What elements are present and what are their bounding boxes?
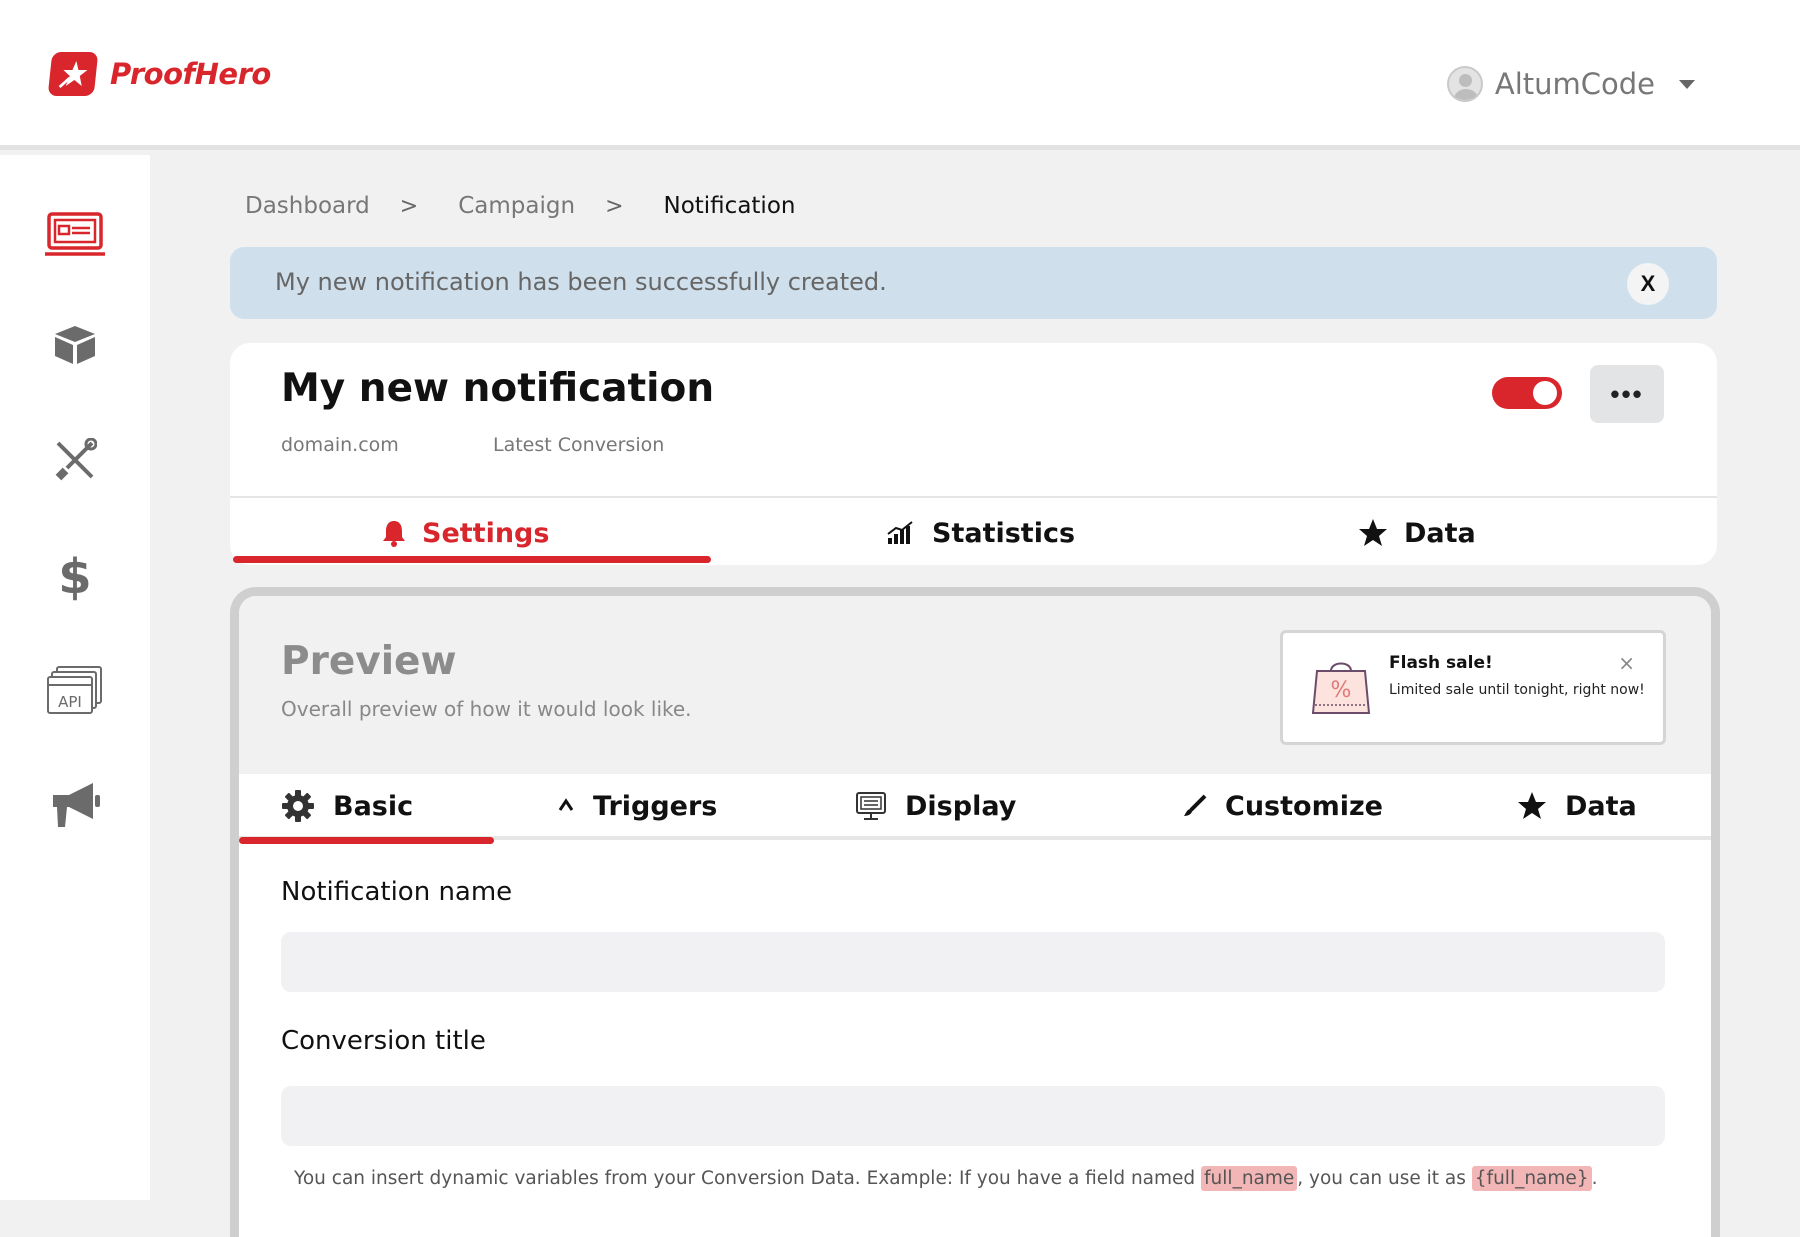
tab-statistics-label: Statistics — [932, 517, 1076, 549]
bell-icon — [383, 521, 405, 547]
user-name: AltumCode — [1494, 67, 1655, 101]
alert-close-button[interactable]: X — [1627, 263, 1669, 305]
settings-subtabs: Basic Triggers Display Customize Data — [239, 774, 1711, 840]
preview-title: Preview — [281, 639, 457, 684]
subtab-data-label: Data — [1565, 790, 1637, 822]
breadcrumb-separator: > — [605, 193, 624, 219]
breadcrumb-current: Notification — [663, 193, 796, 219]
subtab-customize-label: Customize — [1225, 790, 1383, 822]
tab-data-label: Data — [1404, 517, 1476, 549]
tab-settings-label: Settings — [422, 517, 550, 549]
avatar — [1446, 66, 1483, 102]
subtab-triggers[interactable]: Triggers — [557, 786, 717, 826]
tab-statistics[interactable]: Statistics — [886, 513, 1075, 553]
dynamic-variables-help: You can insert dynamic variables from yo… — [294, 1166, 1598, 1191]
package-icon — [55, 326, 95, 364]
gear-icon — [282, 790, 314, 822]
shopping-bag-percent-icon: % — [1311, 662, 1371, 714]
campaigns-icon — [45, 212, 105, 256]
preview-notification-text: Limited sale until tonight, right now! — [1389, 682, 1645, 698]
bar-chart-icon — [887, 521, 913, 544]
subtab-basic[interactable]: Basic — [281, 786, 413, 826]
caret-up-icon — [558, 798, 574, 811]
sidebar-item-billing[interactable]: $ — [40, 540, 110, 610]
help-code-variable: {full_name} — [1471, 1166, 1592, 1191]
sidebar-item-announcements[interactable] — [40, 770, 110, 840]
sidebar-item-tools[interactable] — [40, 425, 110, 495]
subtab-basic-label: Basic — [333, 790, 414, 822]
monitor-icon — [856, 792, 886, 820]
subtab-display-label: Display — [905, 790, 1017, 822]
sidebar: $ API — [0, 155, 150, 1200]
megaphone-icon — [53, 783, 100, 827]
star-icon — [1518, 792, 1546, 819]
tab-settings[interactable]: Settings — [382, 513, 549, 553]
more-options-button[interactable]: ••• — [1590, 365, 1664, 423]
breadcrumb-dashboard[interactable]: Dashboard — [245, 193, 370, 219]
settings-panel: Preview Overall preview of how it would … — [230, 587, 1720, 1237]
alert-message: My new notification has been successfull… — [275, 268, 887, 296]
api-icon: API — [47, 666, 102, 714]
notification-domain: domain.com — [281, 434, 399, 456]
preview-notification-title: Flash sale! — [1389, 653, 1493, 673]
brand-logo[interactable]: ProofHero — [47, 52, 271, 96]
breadcrumb-separator: > — [399, 193, 419, 219]
notification-name-input[interactable] — [281, 932, 1665, 992]
svg-text:$: $ — [58, 549, 91, 601]
subtab-triggers-label: Triggers — [593, 790, 718, 822]
notification-type: Latest Conversion — [493, 434, 665, 456]
logo-mark-icon — [47, 52, 99, 96]
sidebar-item-api[interactable]: API — [40, 655, 110, 725]
brand-name: ProofHero — [110, 57, 271, 91]
breadcrumb-campaign[interactable]: Campaign — [458, 193, 575, 219]
active-tab-indicator — [233, 556, 711, 563]
breadcrumb: Dashboard > Campaign > Notification — [245, 193, 795, 219]
notification-enabled-toggle[interactable] — [1492, 377, 1562, 409]
conversion-title-input[interactable] — [281, 1086, 1665, 1146]
user-menu[interactable]: AltumCode — [1446, 66, 1695, 102]
help-text-part2: , you can use it as — [1297, 1168, 1472, 1189]
sidebar-item-packages[interactable] — [40, 310, 110, 380]
notification-title: My new notification — [281, 366, 715, 411]
active-subtab-indicator — [239, 837, 494, 844]
svg-text:API: API — [58, 693, 82, 711]
preview-subtitle: Overall preview of how it would look lik… — [281, 697, 692, 721]
dollar-icon: $ — [58, 549, 91, 601]
subtab-data[interactable]: Data — [1517, 786, 1637, 826]
notification-card: My new notification domain.com Latest Co… — [230, 343, 1717, 565]
svg-text:%: % — [1331, 678, 1352, 703]
notification-name-label: Notification name — [281, 877, 513, 907]
star-icon — [1359, 519, 1387, 546]
help-text-part1: You can insert dynamic variables from yo… — [294, 1168, 1202, 1189]
help-text-part3: . — [1591, 1168, 1598, 1189]
preview-section: Preview Overall preview of how it would … — [239, 596, 1711, 774]
help-code-field: full_name — [1201, 1166, 1298, 1191]
conversion-title-label: Conversion title — [281, 1026, 486, 1056]
preview-notification: % Flash sale! Limited sale until tonight… — [1280, 630, 1666, 745]
tab-data[interactable]: Data — [1358, 513, 1476, 553]
tools-icon — [55, 438, 97, 481]
chevron-down-icon — [1679, 79, 1695, 89]
card-divider — [230, 496, 1717, 498]
subtab-display[interactable]: Display — [855, 786, 1016, 826]
success-alert: My new notification has been successfull… — [230, 247, 1717, 319]
close-icon[interactable]: × — [1618, 651, 1635, 675]
subtab-customize[interactable]: Customize — [1183, 786, 1383, 826]
brush-icon — [1184, 794, 1207, 816]
top-bar: ProofHero AltumCode — [0, 0, 1800, 150]
sidebar-item-campaigns[interactable] — [40, 200, 110, 270]
